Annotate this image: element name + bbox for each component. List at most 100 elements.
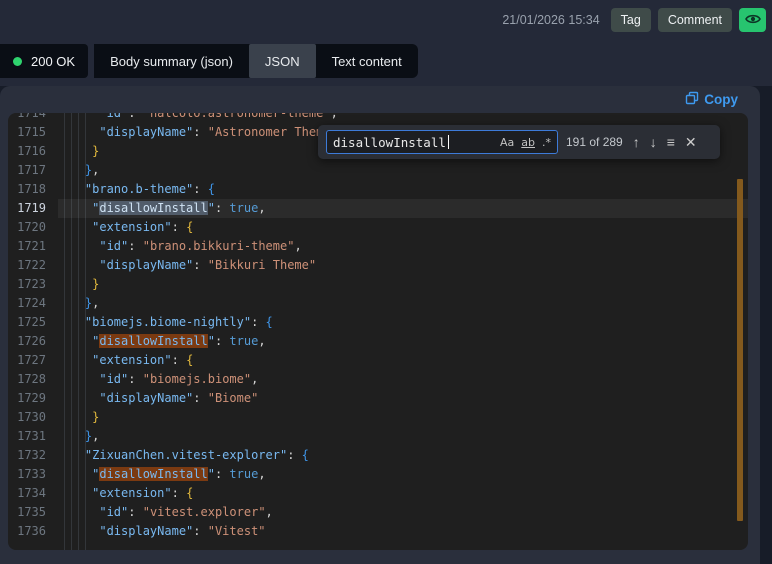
line-number: 1736: [17, 524, 46, 538]
code-text: "displayName": "Vitest": [99, 524, 266, 538]
copy-icon: [685, 91, 699, 108]
code-text: "id": "vitest.explorer",: [99, 505, 273, 519]
line-number: 1724: [17, 296, 46, 310]
code-text: },: [84, 429, 100, 443]
whole-word-toggle[interactable]: ab: [521, 136, 535, 149]
find-nav: ↑ ↓ ≡ ✕: [633, 135, 697, 149]
tab-body-summary[interactable]: Body summary (json): [94, 44, 249, 78]
code-line: 1722 "displayName": "Bikkuri Theme": [8, 256, 748, 275]
tab-text-content[interactable]: Text content: [316, 44, 418, 78]
code-line: 1719 "disallowInstall": true,: [8, 199, 748, 218]
code-line: 1726 "disallowInstall": true,: [8, 332, 748, 351]
code-line: 1730 }: [8, 408, 748, 427]
text-cursor: [447, 135, 449, 149]
code-line: 1729 "displayName": "Biome": [8, 389, 748, 408]
top-strip: 21/01/2026 15:34 Tag Comment 200 OK Body…: [0, 0, 772, 86]
line-number: 1726: [17, 334, 46, 348]
code-line: 1717 },: [8, 161, 748, 180]
code-line: 1714 "id": "halcolo.astronomer-theme",: [8, 113, 748, 123]
line-number: 1735: [17, 505, 46, 519]
code-text: "extension": {: [92, 353, 194, 367]
code-text: },: [84, 296, 100, 310]
line-number: 1728: [17, 372, 46, 386]
code-line: 1724 },: [8, 294, 748, 313]
regex-toggle[interactable]: .*: [542, 136, 551, 149]
copy-label: Copy: [704, 92, 738, 107]
line-number: 1733: [17, 467, 46, 481]
code-text: },: [84, 163, 100, 177]
line-number: 1723: [17, 277, 46, 291]
line-number: 1716: [17, 144, 46, 158]
timestamp: 21/01/2026 15:34: [502, 13, 600, 27]
find-toggles: Aa ab .*: [500, 136, 551, 149]
line-number: 1715: [17, 125, 46, 139]
code-text: "brano.b-theme": {: [84, 182, 215, 196]
code-text: }: [92, 277, 100, 291]
code-line: 1734 "extension": {: [8, 484, 748, 503]
response-tab-row: 200 OK Body summary (json) JSON Text con…: [0, 44, 418, 78]
line-number: 1714: [17, 113, 46, 120]
line-number: 1718: [17, 182, 46, 196]
eye-icon: [744, 13, 761, 28]
line-number: 1727: [17, 353, 46, 367]
visibility-button[interactable]: [739, 8, 766, 32]
line-number: 1719: [17, 201, 46, 215]
code-line: 1718 "brano.b-theme": {: [8, 180, 748, 199]
code-text: "displayName": "Bikkuri Theme": [99, 258, 317, 272]
code-text: "id": "halcolo.astronomer-theme",: [99, 113, 338, 120]
line-number: 1725: [17, 315, 46, 329]
code-text: "displayName": "Biome": [99, 391, 259, 405]
code-line: 1735 "id": "vitest.explorer",: [8, 503, 748, 522]
code-line: 1736 "displayName": "Vitest": [8, 522, 748, 541]
tag-button[interactable]: Tag: [610, 8, 651, 32]
code-text: "disallowInstall": true,: [92, 201, 266, 215]
panel-header: Copy: [0, 86, 760, 113]
find-widget: disallowInstall Aa ab .* 191 of 289 ↑ ↓ …: [318, 125, 720, 159]
code-text: "extension": {: [92, 486, 194, 500]
previous-match-icon[interactable]: ↑: [633, 135, 640, 149]
close-find-icon[interactable]: ✕: [685, 135, 697, 149]
code-line: 1721 "id": "brano.bikkuri-theme",: [8, 237, 748, 256]
line-number: 1721: [17, 239, 46, 253]
find-input[interactable]: disallowInstall Aa ab .*: [326, 130, 558, 154]
code-text: "id": "brano.bikkuri-theme",: [99, 239, 302, 253]
line-number: 1730: [17, 410, 46, 424]
tab-json[interactable]: JSON: [248, 44, 316, 78]
line-number: 1729: [17, 391, 46, 405]
line-number: 1720: [17, 220, 46, 234]
code-text: "biomejs.biome-nightly": {: [84, 315, 273, 329]
code-text: "disallowInstall": true,: [92, 334, 266, 348]
find-in-selection-icon[interactable]: ≡: [667, 135, 675, 149]
code-text: "extension": {: [92, 220, 194, 234]
line-number: 1717: [17, 163, 46, 177]
code-text: }: [92, 144, 100, 158]
line-number: 1731: [17, 429, 46, 443]
status-label: 200 OK: [31, 53, 76, 69]
status-badge: 200 OK: [0, 44, 89, 78]
response-body-panel: Copy 1714 "id": "halcolo.astronomer-them…: [0, 86, 760, 564]
code-text: }: [92, 410, 100, 424]
find-query-text: disallowInstall: [333, 134, 446, 150]
code-line: 1720 "extension": {: [8, 218, 748, 237]
code-line: 1723 }: [8, 275, 748, 294]
line-number: 1732: [17, 448, 46, 462]
line-number: 1734: [17, 486, 46, 500]
code-lines: 1714 "id": "halcolo.astronomer-theme", 17…: [8, 113, 748, 541]
status-ok-dot-icon: [13, 56, 22, 66]
code-line: 1725 "biomejs.biome-nightly": {: [8, 313, 748, 332]
match-case-toggle[interactable]: Aa: [500, 136, 514, 149]
code-line: 1731 },: [8, 427, 748, 446]
code-text: "displayName": "Astronomer Theme": [99, 125, 338, 139]
overview-ruler-matches[interactable]: [737, 179, 743, 521]
tabs-container: Body summary (json) JSON Text content: [94, 44, 418, 78]
search-match: disallowInstall: [99, 334, 208, 348]
top-bar: 21/01/2026 15:34 Tag Comment: [502, 8, 766, 32]
next-match-icon[interactable]: ↓: [650, 135, 657, 149]
current-search-match: disallowInstall: [99, 201, 208, 215]
json-editor[interactable]: 1714 "id": "halcolo.astronomer-theme", 17…: [8, 113, 748, 550]
code-text: "ZixuanChen.vitest-explorer": {: [84, 448, 309, 462]
code-line: 1732 "ZixuanChen.vitest-explorer": {: [8, 446, 748, 465]
copy-button[interactable]: Copy: [685, 91, 738, 108]
comment-button[interactable]: Comment: [657, 8, 732, 32]
code-line: 1728 "id": "biomejs.biome",: [8, 370, 748, 389]
